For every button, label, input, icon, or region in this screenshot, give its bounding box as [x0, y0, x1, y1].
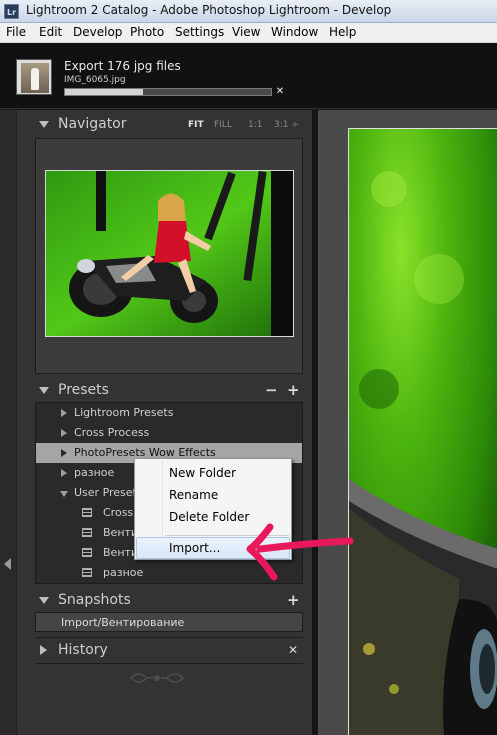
menu-item-rename[interactable]: Rename [136, 484, 290, 506]
left-panel: Navigator FIT FILL 1:1 3:1 ÷ Presets − +… [16, 110, 312, 735]
menu-item-label: New Folder [169, 466, 237, 480]
navigator-title: Navigator [58, 116, 127, 132]
main-photo[interactable] [348, 128, 497, 735]
title-bar: Lr Lightroom 2 Catalog - Adobe Photoshop… [0, 0, 497, 23]
collapse-triangle-icon [39, 597, 49, 604]
left-panel-edge [0, 110, 16, 735]
expand-triangle-icon[interactable] [61, 429, 67, 437]
expand-triangle-icon[interactable] [61, 449, 67, 457]
export-task-label: Export 176 jpg files [64, 59, 181, 73]
menu-item-label: Rename [169, 488, 219, 502]
expand-triangle-icon [40, 645, 47, 655]
preset-doc-icon [82, 568, 92, 577]
presets-header[interactable]: Presets − + [17, 378, 313, 402]
zoom-fit-option[interactable]: FIT [188, 120, 204, 130]
add-snapshot-icon[interactable]: + [287, 593, 300, 608]
export-progress-bar [64, 88, 272, 96]
expand-triangle-icon[interactable] [61, 469, 67, 477]
navigator-preview-image[interactable] [45, 170, 294, 337]
menu-item-label: Delete Folder [169, 510, 250, 524]
menu-item-label: Import... [169, 541, 221, 555]
window-title: Lightroom 2 Catalog - Adobe Photoshop Li… [26, 3, 392, 17]
activity-viewer: Export 176 jpg files IMG_6065.jpg ✕ [0, 43, 497, 109]
zoom-1-1-option[interactable]: 1:1 [248, 120, 262, 130]
preset-folder-label: User Presets [74, 486, 143, 499]
menu-settings[interactable]: Settings [175, 25, 224, 39]
collapse-left-arrow-icon[interactable] [4, 558, 11, 570]
snapshot-label: Import/Вентирование [61, 616, 185, 629]
menu-help[interactable]: Help [329, 25, 356, 39]
zoom-fill-option[interactable]: FILL [214, 120, 232, 130]
preset-doc-icon [82, 508, 92, 517]
expand-triangle-icon[interactable] [61, 409, 67, 417]
preset-item-label: Cross [103, 506, 134, 519]
identity-thumbnail [16, 59, 52, 95]
menu-develop[interactable]: Develop [73, 25, 122, 39]
menu-bar: File Edit Develop Photo Settings View Wi… [0, 23, 497, 43]
lightroom-app-icon[interactable]: Lr [4, 4, 19, 19]
panel-divider [35, 663, 303, 664]
preset-item-label: разное [103, 566, 144, 579]
menu-item-new-folder[interactable]: New Folder [136, 462, 290, 484]
cancel-export-icon[interactable]: ✕ [275, 87, 285, 97]
export-progress-fill [65, 89, 144, 95]
collapse-triangle-icon [39, 387, 49, 394]
panel-end-ornament-icon [129, 673, 185, 683]
presets-title: Presets [58, 382, 109, 398]
annotation-arrow-icon [246, 523, 354, 581]
preset-folder-cross-process[interactable]: Cross Process [36, 423, 302, 443]
clear-history-icon[interactable]: ✕ [288, 643, 298, 657]
preset-folder-label: Cross Process [74, 426, 150, 439]
navigator-preview-well [35, 138, 303, 374]
main-loupe-view [318, 110, 497, 735]
menu-edit[interactable]: Edit [39, 25, 62, 39]
collapse-triangle-icon[interactable] [60, 491, 68, 497]
menu-view[interactable]: View [232, 25, 260, 39]
remove-preset-icon[interactable]: − [265, 383, 278, 398]
preset-folder-lightroom-presets[interactable]: Lightroom Presets [36, 403, 302, 423]
preset-folder-label: разное [74, 466, 115, 479]
preset-folder-label: Lightroom Presets [74, 406, 174, 419]
add-preset-icon[interactable]: + [287, 383, 300, 398]
history-header[interactable]: History ✕ [17, 638, 313, 662]
snapshots-title: Snapshots [58, 592, 131, 608]
preset-doc-icon [82, 548, 92, 557]
menu-photo[interactable]: Photo [130, 25, 164, 39]
navigator-header[interactable]: Navigator FIT FILL 1:1 3:1 ÷ [17, 112, 313, 136]
menu-file[interactable]: File [6, 25, 26, 39]
menu-window[interactable]: Window [271, 25, 318, 39]
export-current-file: IMG_6065.jpg [64, 75, 126, 85]
zoom-3-1-option[interactable]: 3:1 ÷ [274, 120, 299, 130]
collapse-triangle-icon [39, 121, 49, 128]
snapshot-item[interactable]: Import/Вентирование [35, 612, 303, 632]
preset-doc-icon [82, 528, 92, 537]
history-title: History [58, 642, 108, 658]
